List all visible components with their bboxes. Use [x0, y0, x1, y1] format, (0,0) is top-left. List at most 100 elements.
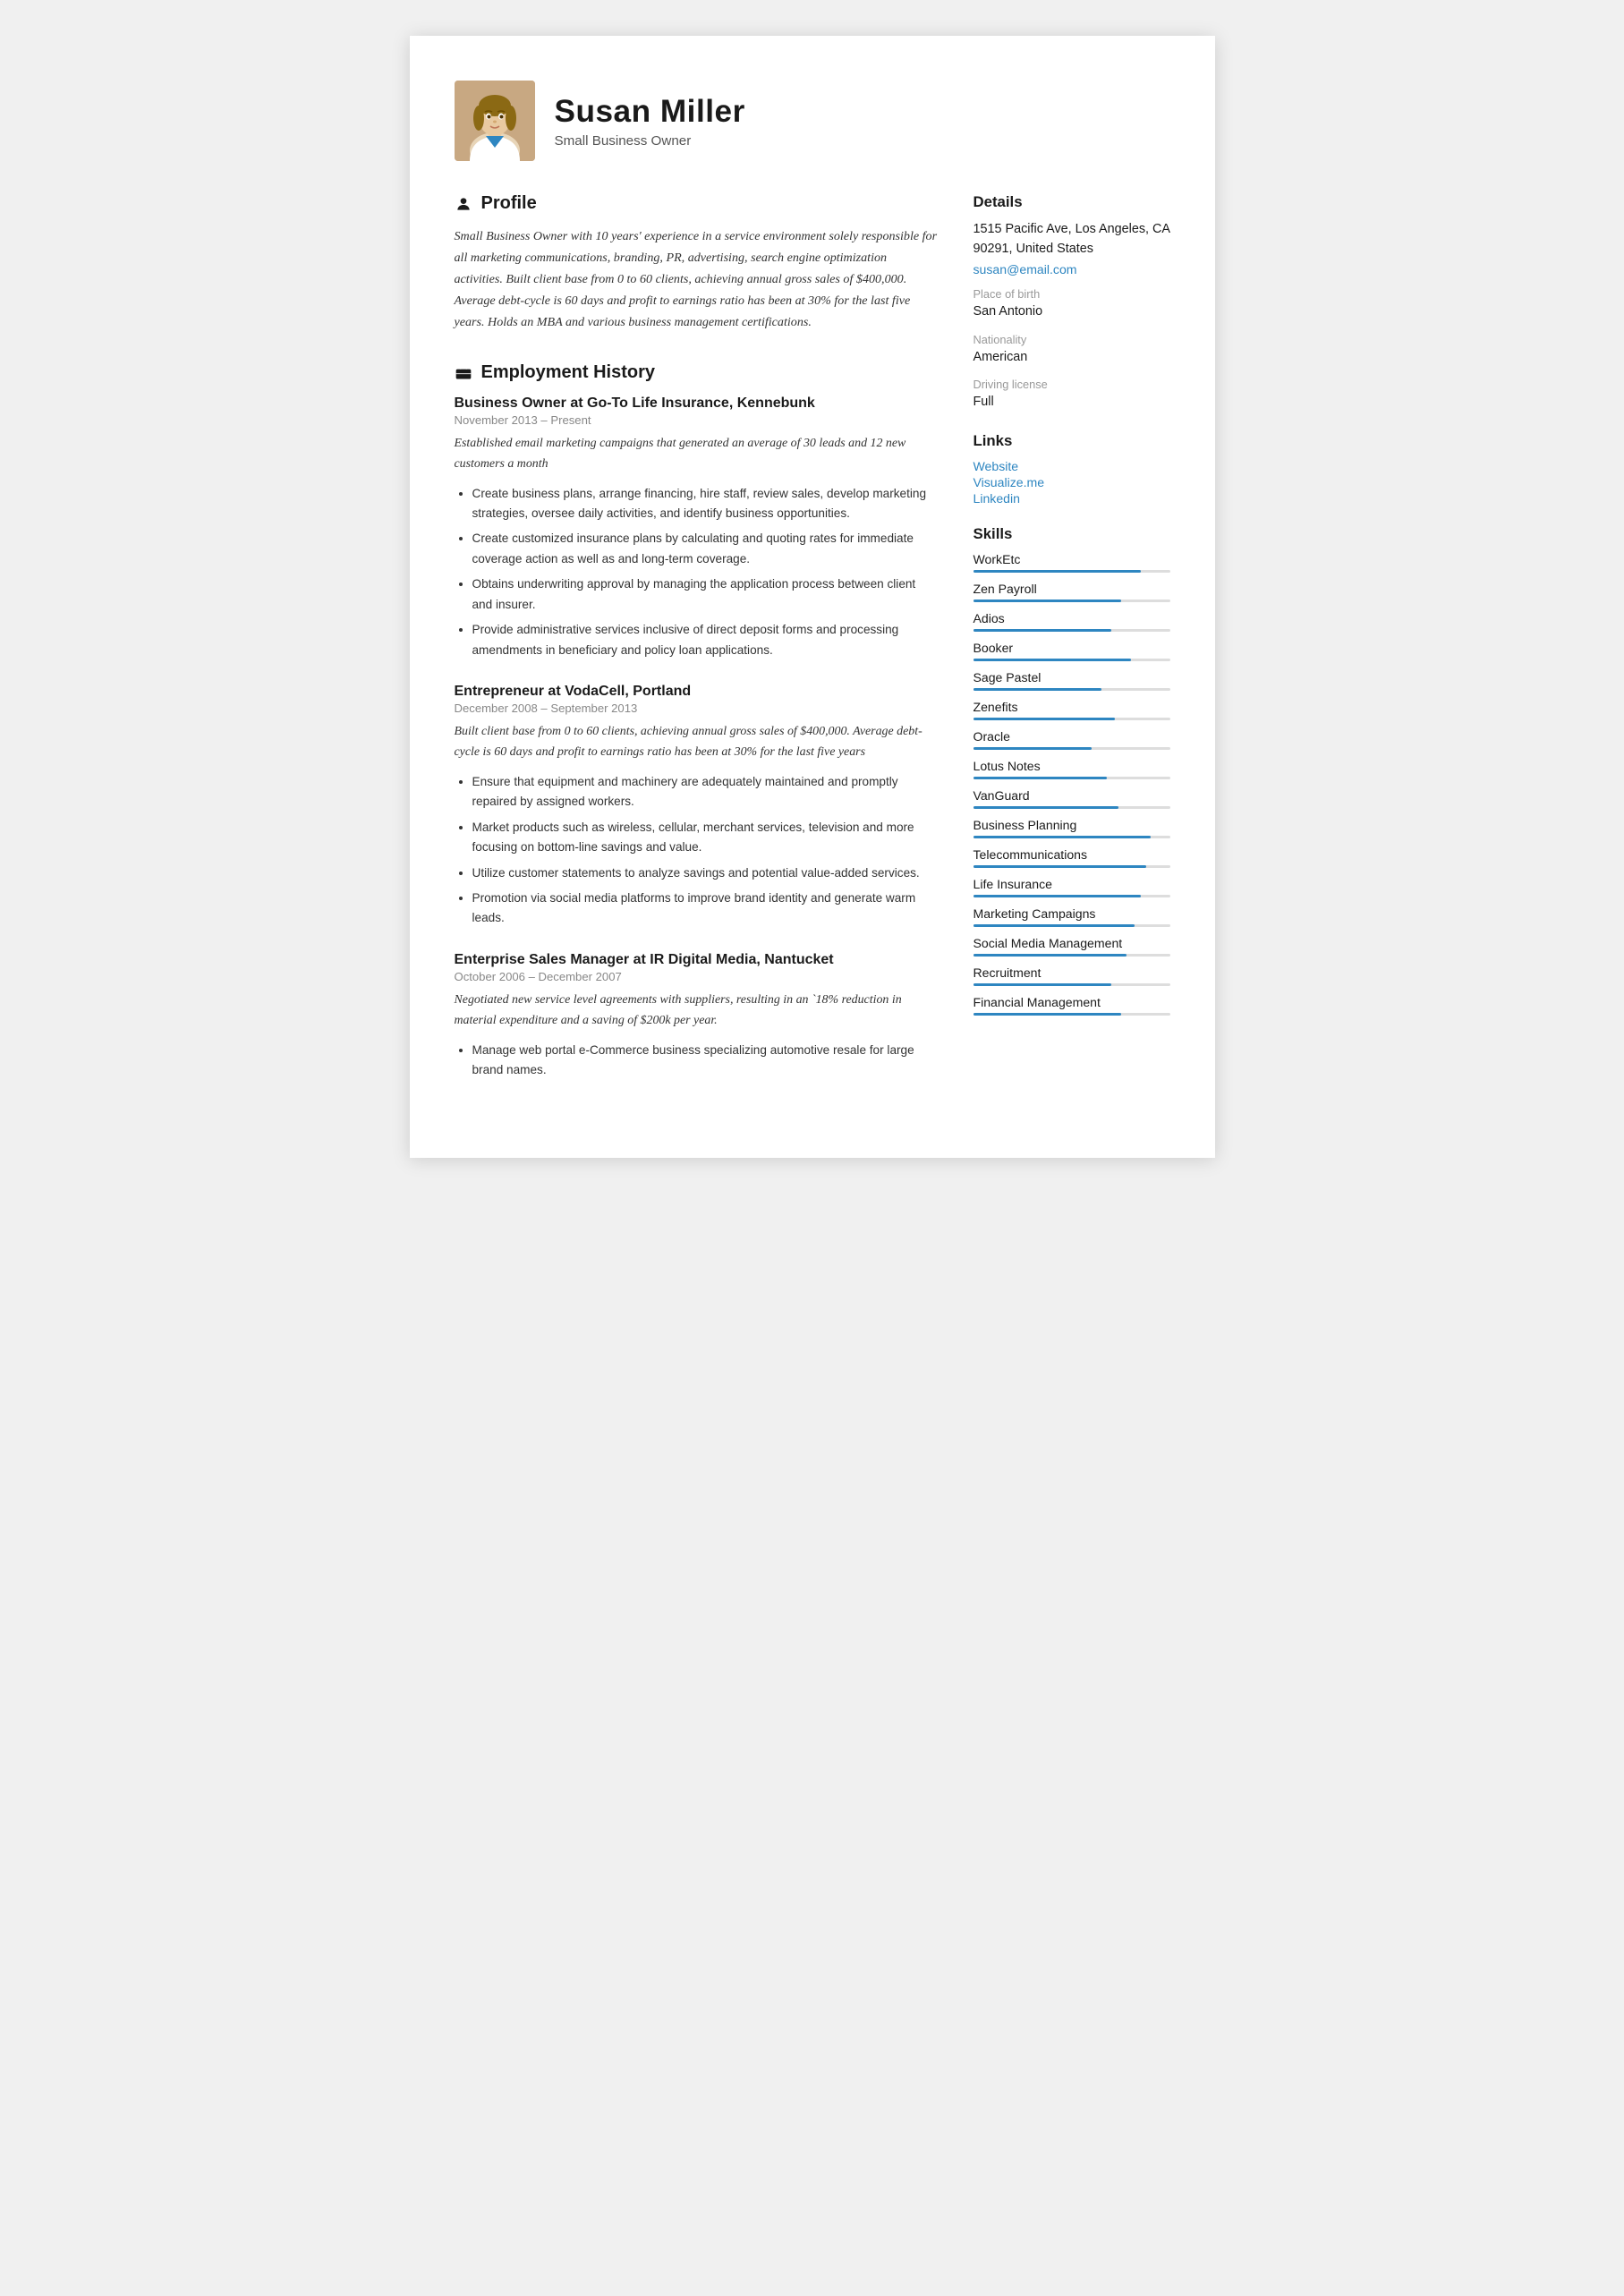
skills-section-title: Skills [974, 525, 1170, 543]
skill-bar-fill [974, 629, 1111, 632]
skill-name: Booker [974, 641, 1170, 655]
person-icon [455, 195, 472, 213]
skill-bar-fill [974, 865, 1147, 868]
bullet-item: Market products such as wireless, cellul… [472, 818, 938, 858]
links-section-title: Links [974, 432, 1170, 450]
place-of-birth-value: San Antonio [974, 302, 1170, 322]
jobs-container: Business Owner at Go-To Life Insurance, … [455, 395, 938, 1081]
employment-section-title: Employment History [455, 362, 938, 383]
job-title: Business Owner at Go-To Life Insurance, … [455, 395, 938, 412]
driving-license-label: Driving license [974, 378, 1170, 391]
skill-bar-bg [974, 570, 1170, 573]
skill-name: Financial Management [974, 995, 1170, 1009]
driving-license-value: Full [974, 393, 1170, 412]
skill-bar-fill [974, 836, 1151, 838]
skill-bar-fill [974, 570, 1141, 573]
skill-item-0: WorkEtc [974, 552, 1170, 573]
skill-name: Life Insurance [974, 877, 1170, 891]
bullet-item: Obtains underwriting approval by managin… [472, 574, 938, 615]
skill-item-7: Lotus Notes [974, 759, 1170, 779]
skill-bar-bg [974, 747, 1170, 750]
skill-bar-fill [974, 983, 1111, 986]
skill-item-8: VanGuard [974, 788, 1170, 809]
bullet-item: Ensure that equipment and machinery are … [472, 772, 938, 812]
skill-bar-bg [974, 629, 1170, 632]
skill-item-13: Social Media Management [974, 936, 1170, 957]
address-value: 1515 Pacific Ave, Los Angeles, CA 90291,… [974, 220, 1170, 259]
job-dates: December 2008 – September 2013 [455, 702, 938, 715]
skill-bar-bg [974, 806, 1170, 809]
skill-bar-fill [974, 895, 1141, 897]
main-column: Profile Small Business Owner with 10 yea… [455, 193, 938, 1104]
link-item-0[interactable]: Website [974, 459, 1170, 473]
bullet-item: Manage web portal e-Commerce business sp… [472, 1041, 938, 1081]
skill-bar-bg [974, 836, 1170, 838]
skill-bar-bg [974, 865, 1170, 868]
skill-item-14: Recruitment [974, 965, 1170, 986]
skill-bar-fill [974, 806, 1119, 809]
skill-bar-fill [974, 1013, 1121, 1016]
nationality-value: American [974, 348, 1170, 368]
skill-name: Social Media Management [974, 936, 1170, 950]
skill-name: Zen Payroll [974, 582, 1170, 596]
skill-item-6: Oracle [974, 729, 1170, 750]
skill-name: WorkEtc [974, 552, 1170, 566]
skill-name: Adios [974, 611, 1170, 625]
candidate-name: Susan Miller [555, 94, 745, 130]
avatar [455, 81, 535, 161]
skill-name: Zenefits [974, 700, 1170, 714]
job-1: Entrepreneur at VodaCell, Portland Decem… [455, 684, 938, 929]
job-title: Entrepreneur at VodaCell, Portland [455, 684, 938, 700]
job-summary: Built client base from 0 to 60 clients, … [455, 722, 938, 763]
profile-section-title: Profile [455, 193, 938, 214]
job-dates: October 2006 – December 2007 [455, 970, 938, 983]
skill-item-9: Business Planning [974, 818, 1170, 838]
skill-bar-fill [974, 954, 1127, 957]
candidate-title: Small Business Owner [555, 133, 745, 149]
resume-page: Susan Miller Small Business Owner Profil… [410, 36, 1215, 1158]
skill-bar-fill [974, 924, 1135, 927]
skills-container: WorkEtc Zen Payroll Adios Booker Sage Pa… [974, 552, 1170, 1016]
links-container: Website Visualize.me Linkedin [974, 459, 1170, 506]
skill-name: Recruitment [974, 965, 1170, 980]
skill-name: VanGuard [974, 788, 1170, 803]
skill-bar-fill [974, 718, 1115, 720]
job-summary: Established email marketing campaigns th… [455, 434, 938, 475]
skill-bar-fill [974, 747, 1092, 750]
briefcase-icon [455, 363, 472, 381]
skill-bar-bg [974, 1013, 1170, 1016]
nationality-label: Nationality [974, 333, 1170, 346]
details-section-title: Details [974, 193, 1170, 211]
job-title: Enterprise Sales Manager at IR Digital M… [455, 952, 938, 968]
skill-item-3: Booker [974, 641, 1170, 661]
header: Susan Miller Small Business Owner [455, 81, 1170, 161]
bullet-item: Promotion via social media platforms to … [472, 889, 938, 929]
job-summary: Negotiated new service level agreements … [455, 991, 938, 1032]
job-bullets-list: Ensure that equipment and machinery are … [455, 772, 938, 929]
skill-bar-fill [974, 777, 1108, 779]
skill-item-12: Marketing Campaigns [974, 906, 1170, 927]
header-text: Susan Miller Small Business Owner [555, 94, 745, 149]
skill-name: Telecommunications [974, 847, 1170, 862]
bullet-item: Create customized insurance plans by cal… [472, 529, 938, 569]
skill-bar-fill [974, 659, 1131, 661]
skill-item-15: Financial Management [974, 995, 1170, 1016]
bullet-item: Provide administrative services inclusiv… [472, 620, 938, 660]
link-item-2[interactable]: Linkedin [974, 491, 1170, 506]
bullet-item: Create business plans, arrange financing… [472, 484, 938, 524]
skill-name: Oracle [974, 729, 1170, 744]
job-0: Business Owner at Go-To Life Insurance, … [455, 395, 938, 660]
skill-bar-bg [974, 600, 1170, 602]
skill-item-11: Life Insurance [974, 877, 1170, 897]
job-2: Enterprise Sales Manager at IR Digital M… [455, 952, 938, 1081]
skill-bar-bg [974, 983, 1170, 986]
skill-bar-bg [974, 924, 1170, 927]
skill-name: Marketing Campaigns [974, 906, 1170, 921]
skill-bar-fill [974, 600, 1121, 602]
link-item-1[interactable]: Visualize.me [974, 475, 1170, 489]
skill-name: Business Planning [974, 818, 1170, 832]
skill-item-4: Sage Pastel [974, 670, 1170, 691]
skill-bar-bg [974, 954, 1170, 957]
email-link[interactable]: susan@email.com [974, 262, 1170, 276]
skill-bar-bg [974, 659, 1170, 661]
